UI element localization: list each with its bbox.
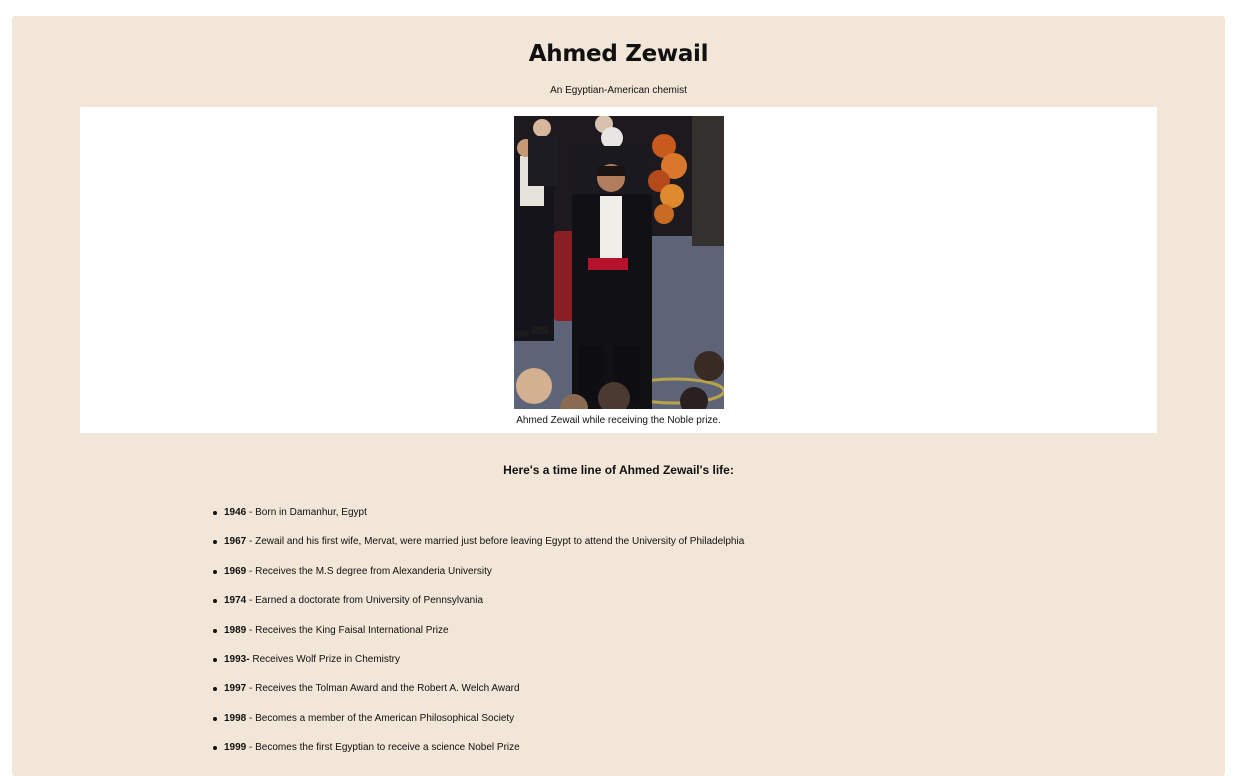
bullet-icon [213, 716, 217, 721]
bullet-icon [213, 511, 217, 515]
timeline-text: Zewail and his first wife, Mervat, were … [255, 536, 745, 548]
timeline-separator: - [246, 507, 256, 518]
timeline-item: 1989 - Receives the King Faisal Internat… [212, 624, 744, 653]
timeline-text: Becomes the first Egyptian to receive a … [255, 742, 520, 754]
timeline-separator: - [246, 712, 256, 724]
timeline-year: 1993- [224, 653, 250, 665]
timeline-year: 1997 [224, 683, 247, 695]
main-container: Ahmed Zewail An Egyptian-American chemis… [12, 16, 1225, 776]
timeline-separator: - [246, 683, 256, 695]
timeline-separator: - [246, 565, 256, 577]
timeline-separator: - [246, 536, 256, 548]
bullet-icon [213, 657, 217, 662]
timeline-item: 1967 - Zewail and his first wife, Mervat… [212, 535, 744, 564]
timeline-text: Receives the King Faisal International P… [255, 624, 449, 636]
bullet-icon [213, 540, 217, 545]
timeline-text: Receives the Tolman Award and the Robert… [255, 683, 520, 695]
timeline-text: Receives Wolf Prize in Chemistry [252, 653, 400, 665]
timeline-text: Earned a doctorate from University of Pe… [255, 595, 484, 607]
timeline-item: 1997 - Receives the Tolman Award and the… [212, 682, 744, 711]
nobel-photo [514, 116, 724, 409]
timeline-item: 1993- Receives Wolf Prize in Chemistry [212, 653, 744, 682]
timeline-item: 1969 - Receives the M.S degree from Alex… [212, 565, 744, 594]
timeline-item: 1946 - Born in Damanhur, Egypt [212, 506, 744, 535]
timeline-year: 1946 [224, 507, 247, 518]
timeline-item: 1974 - Earned a doctorate from Universit… [212, 594, 744, 623]
timeline-text: Receives the M.S degree from Alexanderia… [255, 565, 492, 577]
timeline-text: Born in Damanhur, Egypt [255, 507, 367, 518]
image-panel: Ahmed Zewail while receiving the Noble p… [80, 107, 1157, 433]
page-subtitle: An Egyptian-American chemist [550, 85, 687, 96]
timeline-year: 1998 [224, 712, 247, 724]
bullet-icon [213, 687, 217, 692]
timeline-year: 1967 [224, 536, 247, 548]
bullet-icon [213, 628, 217, 633]
timeline-separator: - [246, 742, 256, 754]
timeline-list: 1946 - Born in Damanhur, Egypt 1967 - Zew… [212, 506, 744, 771]
timeline-year: 1999 [224, 742, 247, 754]
timeline-year: 1969 [224, 565, 247, 577]
timeline-separator: - [246, 595, 256, 607]
timeline-item: 1998 - Becomes a member of the American … [212, 712, 744, 741]
timeline-year: 1974 [224, 595, 247, 607]
bullet-icon [213, 599, 217, 604]
timeline-text: Becomes a member of the American Philoso… [255, 712, 515, 724]
page-title: Ahmed Zewail [528, 41, 709, 67]
timeline-item: 1999 - Becomes the first Egyptian to rec… [212, 741, 744, 770]
timeline-separator: - [246, 624, 256, 636]
bullet-icon [213, 569, 217, 574]
timeline-heading: Here's a time line of Ahmed Zewail's lif… [503, 463, 734, 477]
timeline-year: 1989 [224, 624, 247, 636]
image-caption: Ahmed Zewail while receiving the Noble p… [516, 415, 721, 426]
